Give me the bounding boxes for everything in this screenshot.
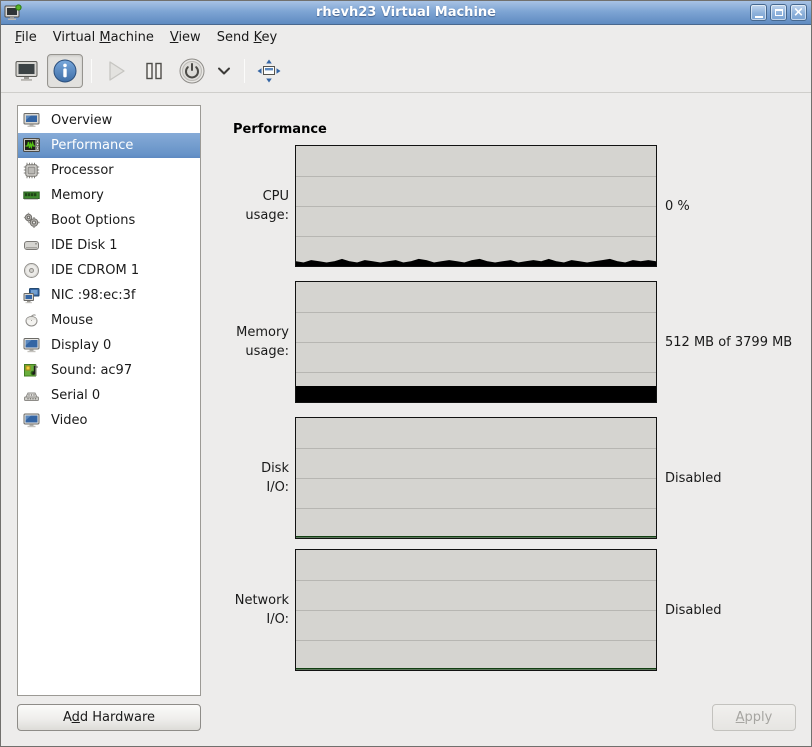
sidebar-item-label: NIC :98:ec:3f bbox=[51, 288, 135, 303]
sidebar-item-memory[interactable]: Memory bbox=[18, 183, 200, 208]
disk-io-graph bbox=[295, 417, 657, 539]
sidebar-item-serial-0[interactable]: Serial 0 bbox=[18, 383, 200, 408]
sidebar-item-display-0[interactable]: Display 0 bbox=[18, 333, 200, 358]
menu-bar: File Virtual Machine View Send Key bbox=[1, 25, 811, 49]
console-monitor-icon bbox=[14, 59, 40, 83]
display-icon bbox=[23, 337, 41, 354]
sidebar-item-performance[interactable]: Performance bbox=[18, 133, 200, 158]
sidebar-item-overview[interactable]: Overview bbox=[18, 108, 200, 133]
menu-view[interactable]: View bbox=[162, 27, 209, 48]
close-button[interactable]: × bbox=[790, 4, 807, 21]
toolbar-separator bbox=[244, 59, 245, 83]
sidebar-item-label: IDE CDROM 1 bbox=[51, 263, 139, 278]
network-io-label: NetworkI/O: bbox=[221, 591, 289, 630]
sidebar-item-label: Sound: ac97 bbox=[51, 363, 132, 378]
cpu-usage-label: CPUusage: bbox=[221, 187, 289, 226]
play-icon bbox=[104, 59, 128, 83]
toolbar-separator bbox=[91, 59, 92, 83]
sidebar-item-label: Overview bbox=[51, 113, 112, 128]
serial-icon bbox=[23, 387, 41, 404]
console-button[interactable] bbox=[9, 54, 45, 88]
disk-io-value: Disabled bbox=[665, 471, 721, 486]
minimize-icon bbox=[755, 16, 763, 18]
memory-usage-graph bbox=[295, 281, 657, 403]
titlebar: rhevh23 Virtual Machine × bbox=[1, 1, 811, 25]
window-title: rhevh23 Virtual Machine bbox=[1, 5, 811, 20]
pause-button[interactable] bbox=[136, 54, 172, 88]
menu-file[interactable]: File bbox=[7, 27, 45, 48]
shutdown-button[interactable] bbox=[174, 54, 210, 88]
disk-io-label: DiskI/O: bbox=[221, 459, 289, 498]
memory-usage-row: Memoryusage: 512 MB of 3799 MB bbox=[221, 281, 807, 403]
shutdown-menu-button[interactable] bbox=[212, 54, 236, 88]
boot-options-icon bbox=[23, 212, 41, 229]
network-io-value: Disabled bbox=[665, 603, 721, 618]
sidebar-item-label: Performance bbox=[51, 138, 133, 153]
menu-send-key[interactable]: Send Key bbox=[209, 27, 285, 48]
cpu-usage-value: 0 % bbox=[665, 199, 690, 214]
cpu-usage-row: CPUusage: 0 % bbox=[221, 145, 807, 267]
run-button[interactable] bbox=[98, 54, 134, 88]
close-icon: × bbox=[793, 6, 804, 19]
monitor-icon bbox=[23, 112, 41, 129]
disk-icon bbox=[23, 237, 41, 254]
sidebar-item-boot-options[interactable]: Boot Options bbox=[18, 208, 200, 233]
pause-icon bbox=[143, 60, 165, 82]
details-button[interactable] bbox=[47, 54, 83, 88]
sidebar-item-nic[interactable]: NIC :98:ec:3f bbox=[18, 283, 200, 308]
vm-details-window: rhevh23 Virtual Machine × File Virtual M… bbox=[0, 0, 812, 747]
memory-usage-value: 512 MB of 3799 MB bbox=[665, 335, 792, 350]
nic-icon bbox=[23, 287, 41, 304]
sidebar-item-label: Serial 0 bbox=[51, 388, 100, 403]
add-hardware-button[interactable]: Add Hardware bbox=[17, 704, 201, 731]
sidebar-item-mouse[interactable]: Mouse bbox=[18, 308, 200, 333]
cpu-usage-graph bbox=[295, 145, 657, 267]
chevron-down-icon bbox=[217, 64, 231, 78]
network-io-graph bbox=[295, 549, 657, 671]
performance-icon bbox=[23, 137, 41, 154]
sidebar-item-label: Boot Options bbox=[51, 213, 135, 228]
sidebar-item-label: Display 0 bbox=[51, 338, 111, 353]
memory-usage-label: Memoryusage: bbox=[221, 323, 289, 362]
sidebar-item-label: IDE Disk 1 bbox=[51, 238, 118, 253]
network-io-row: NetworkI/O: Disabled bbox=[221, 549, 807, 671]
sound-icon bbox=[23, 362, 41, 379]
memory-icon bbox=[23, 187, 41, 204]
fullscreen-icon bbox=[255, 57, 283, 85]
page-title: Performance bbox=[233, 122, 327, 137]
maximize-button[interactable] bbox=[770, 4, 787, 21]
maximize-icon bbox=[775, 9, 783, 16]
video-icon bbox=[23, 412, 41, 429]
sidebar-item-label: Mouse bbox=[51, 313, 93, 328]
apply-button[interactable]: Apply bbox=[712, 704, 796, 731]
cdrom-icon bbox=[23, 262, 41, 279]
hardware-list: Overview Performance Processor Memory Bo… bbox=[17, 105, 201, 696]
sidebar-item-processor[interactable]: Processor bbox=[18, 158, 200, 183]
processor-icon bbox=[23, 162, 41, 179]
sidebar-item-ide-disk-1[interactable]: IDE Disk 1 bbox=[18, 233, 200, 258]
sidebar-item-label: Processor bbox=[51, 163, 114, 178]
menu-virtual-machine[interactable]: Virtual Machine bbox=[45, 27, 162, 48]
minimize-button[interactable] bbox=[750, 4, 767, 21]
fullscreen-button[interactable] bbox=[251, 54, 287, 88]
toolbar bbox=[1, 49, 811, 93]
sidebar-item-label: Video bbox=[51, 413, 87, 428]
sidebar-item-video[interactable]: Video bbox=[18, 408, 200, 433]
power-icon bbox=[178, 57, 206, 85]
sidebar-item-label: Memory bbox=[51, 188, 104, 203]
info-icon bbox=[52, 58, 78, 84]
disk-io-row: DiskI/O: Disabled bbox=[221, 417, 807, 539]
sidebar-item-sound[interactable]: Sound: ac97 bbox=[18, 358, 200, 383]
sidebar-item-ide-cdrom-1[interactable]: IDE CDROM 1 bbox=[18, 258, 200, 283]
mouse-icon bbox=[23, 312, 41, 329]
